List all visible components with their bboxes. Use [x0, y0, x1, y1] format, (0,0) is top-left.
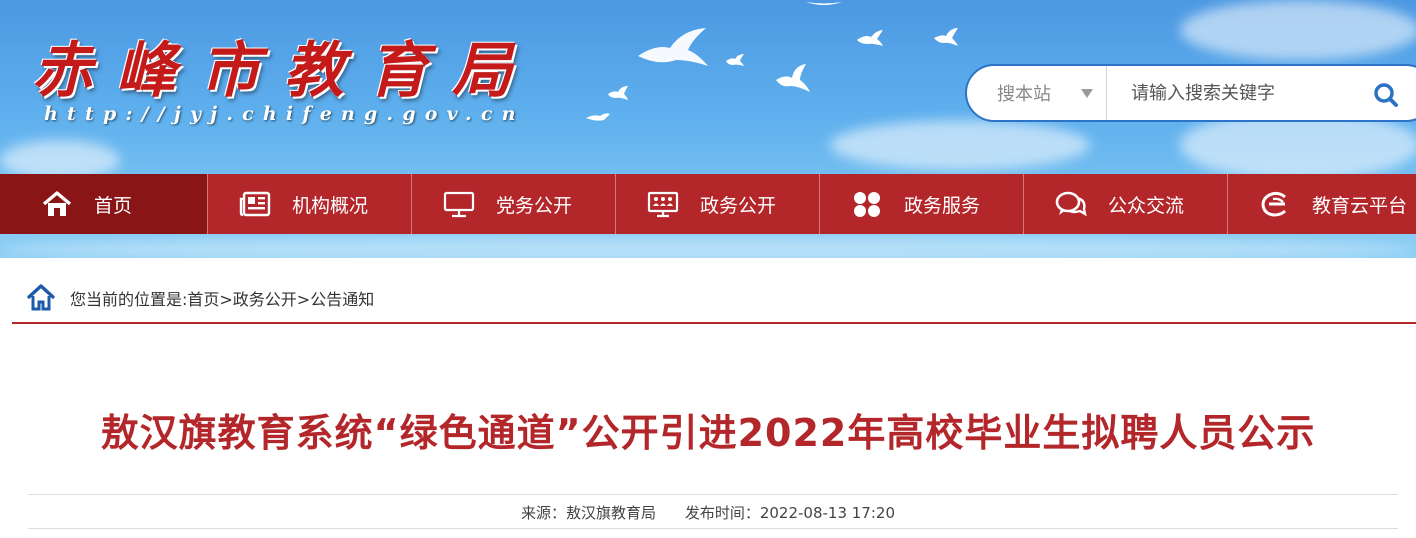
article-title: 敖汉旗教育系统“绿色通道”公开引进2022年高校毕业生拟聘人员公示 — [100, 411, 1316, 455]
home-icon[interactable] — [26, 282, 56, 312]
dove-icon — [608, 86, 628, 100]
chat-icon — [1054, 189, 1088, 219]
search-input[interactable] — [1131, 66, 1381, 120]
dove-icon — [638, 28, 708, 66]
nav-item-government-services[interactable]: 政务服务 — [820, 174, 1024, 234]
cloud-e-icon — [1258, 189, 1292, 219]
nav-item-label: 政务公开 — [700, 194, 777, 217]
article-source: 来源：敖汉旗教育局 — [521, 504, 657, 522]
search-box: 搜本站 — [965, 64, 1416, 122]
search-icon[interactable] — [1372, 81, 1400, 109]
site-url: http://jyj.chifeng.gov.cn — [44, 103, 525, 125]
search-scope-label: 搜本站 — [997, 84, 1051, 105]
dove-icon — [934, 28, 958, 46]
presentation-icon — [646, 189, 680, 219]
monitor-icon — [442, 189, 476, 219]
divider — [28, 528, 1398, 529]
nav-item-education-cloud[interactable]: 教育云平台 — [1228, 174, 1416, 234]
nav-item-label: 政务服务 — [904, 194, 981, 217]
divider — [28, 494, 1398, 495]
nav-item-label: 公众交流 — [1108, 194, 1185, 217]
nav-item-public-exchange[interactable]: 公众交流 — [1024, 174, 1228, 234]
breadcrumb-text[interactable]: 您当前的位置是:首页>政务公开>公告通知 — [70, 282, 374, 318]
dove-icon — [776, 64, 810, 92]
site-title: 赤峰市教育局 — [32, 36, 536, 106]
nav-item-label: 首页 — [94, 194, 133, 217]
nav-item-label: 党务公开 — [496, 194, 573, 217]
nav-item-home[interactable]: 首页 — [0, 174, 208, 234]
nav-item-government-affairs[interactable]: 政务公开 — [616, 174, 820, 234]
breadcrumb: 您当前的位置是:首页>政务公开>公告通知 — [12, 282, 1416, 324]
cloud-decoration — [0, 236, 1416, 258]
cloud-decoration — [830, 120, 1090, 170]
dove-icon — [857, 30, 883, 46]
newspaper-icon — [238, 189, 272, 219]
grid-icon — [850, 189, 884, 219]
nav-item-organization[interactable]: 机构概况 — [208, 174, 412, 234]
dove-icon — [806, 2, 842, 5]
main-nav: 首页 机构概况 党务公开 政务公开 政务服务 公众交流 教育云平台 — [0, 174, 1416, 234]
dove-icon — [726, 54, 744, 66]
nav-item-label: 教育云平台 — [1312, 194, 1408, 217]
nav-item-party-affairs[interactable]: 党务公开 — [412, 174, 616, 234]
search-scope-select[interactable]: 搜本站 — [967, 66, 1107, 120]
dove-icon — [586, 113, 610, 121]
caret-down-icon — [1081, 89, 1093, 98]
article-publish-time: 发布时间：2022-08-13 17:20 — [684, 504, 895, 522]
nav-item-label: 机构概况 — [292, 194, 369, 217]
article-meta: 来源：敖汉旗教育局 发布时间：2022-08-13 17:20 — [0, 502, 1416, 523]
home-icon — [40, 189, 74, 219]
cloud-decoration — [1180, 0, 1416, 60]
